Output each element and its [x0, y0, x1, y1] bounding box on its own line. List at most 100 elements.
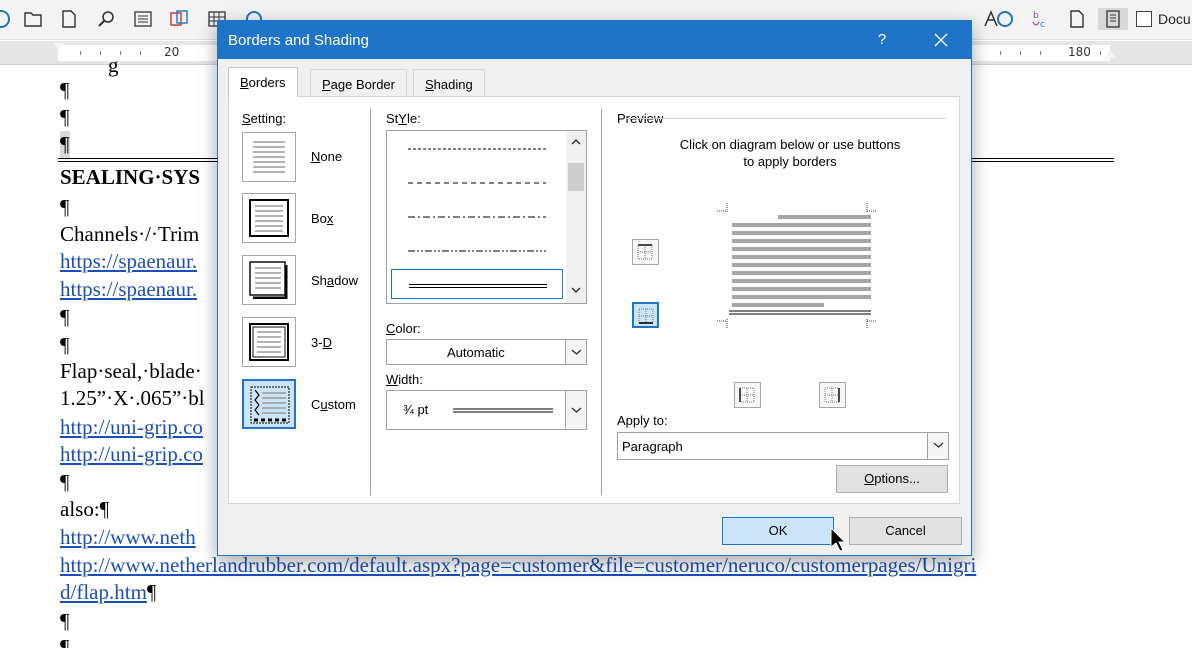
- apply-to-dropdown-arrow[interactable]: [927, 433, 948, 459]
- setting-3d-icon: [249, 323, 289, 361]
- chevron-down-icon: [933, 442, 944, 448]
- document-option[interactable]: Docu: [1136, 8, 1191, 30]
- ok-button[interactable]: OK: [722, 517, 834, 545]
- pilcrow: ¶: [60, 105, 70, 129]
- ruler-number: 180: [1068, 45, 1091, 59]
- style-option-dash-dot-dot[interactable]: [391, 235, 563, 265]
- chevron-down-icon: [571, 407, 582, 413]
- print-layout-icon[interactable]: [1098, 8, 1128, 30]
- text-line: g: [108, 53, 119, 77]
- pilcrow: ¶: [60, 609, 70, 633]
- pilcrow: ¶: [146, 580, 157, 604]
- hyperlink-continued-line[interactable]: d/flap.htm¶: [60, 579, 156, 606]
- tab-label-rest: orders: [248, 75, 286, 90]
- hyperlink[interactable]: http://www.netherlandrubber.com/default.…: [60, 552, 976, 579]
- width-dropdown[interactable]: ¾ pt: [386, 390, 587, 430]
- tab-shading[interactable]: Shading: [413, 69, 485, 96]
- options-button[interactable]: Options...: [836, 465, 948, 493]
- ruler-number: 20: [164, 45, 180, 59]
- setting-3d-label: 3-D: [311, 335, 332, 350]
- color-value: Automatic: [447, 345, 505, 360]
- dialog-title: Borders and Shading: [228, 32, 369, 49]
- preview-title-rule: [626, 118, 946, 119]
- apply-to-label: Apply to:: [617, 413, 668, 428]
- search-icon[interactable]: [96, 8, 118, 30]
- text-line: also:¶: [60, 497, 110, 521]
- width-line-sample: [453, 408, 553, 413]
- style-option-dash-dot[interactable]: [391, 201, 563, 231]
- chevron-down-icon[interactable]: [570, 285, 582, 295]
- setting-3d-button[interactable]: [242, 317, 296, 367]
- style-option-fine-dash[interactable]: [391, 133, 563, 163]
- setting-box-label: Box: [311, 211, 334, 226]
- style-listbox[interactable]: [386, 130, 587, 304]
- tab-borders[interactable]: Borders: [228, 67, 298, 97]
- tab-label-key: B: [240, 75, 249, 90]
- width-dropdown-arrow[interactable]: [565, 391, 586, 429]
- hyperlink[interactable]: http://uni-grip.co: [60, 414, 203, 441]
- close-button[interactable]: [923, 25, 959, 55]
- hyperlink[interactable]: https://spaenaur.: [60, 248, 197, 275]
- top-border-button[interactable]: [632, 239, 659, 265]
- document-checkbox[interactable]: [1136, 11, 1152, 27]
- pilcrow: ¶: [60, 195, 70, 219]
- styles-icon[interactable]: [168, 8, 190, 30]
- svg-text:b: b: [1033, 11, 1039, 21]
- chevron-up-icon[interactable]: [570, 137, 582, 147]
- cancel-button[interactable]: Cancel: [849, 517, 962, 545]
- scrollbar-thumb[interactable]: [568, 163, 584, 191]
- apply-to-dropdown[interactable]: Paragraph: [617, 432, 949, 460]
- setting-custom-icon: [250, 386, 290, 424]
- setting-box-button[interactable]: [242, 193, 296, 243]
- border-preview-diagram[interactable]: [717, 203, 877, 329]
- setting-none-button[interactable]: [242, 132, 296, 182]
- setting-none-label: None: [311, 149, 343, 164]
- right-border-button[interactable]: [819, 382, 846, 408]
- document-option-label: Docu: [1158, 11, 1191, 27]
- tab-label-rest: hading: [433, 77, 473, 92]
- dialog-titlebar[interactable]: Borders and Shading ?: [218, 21, 971, 59]
- chevron-down-icon: [571, 349, 582, 355]
- folder-icon[interactable]: [22, 8, 44, 30]
- preview-hint-line1: Click on diagram below or use buttons: [679, 137, 901, 152]
- text-line: 1.25”·X·.065”·bl: [60, 386, 205, 410]
- apply-to-value: Paragraph: [622, 439, 683, 454]
- hyperlink[interactable]: http://www.neth: [60, 524, 196, 551]
- first-line-indent-marker[interactable]: [53, 43, 65, 50]
- close-icon: [934, 33, 948, 47]
- left-border-button[interactable]: [734, 382, 761, 408]
- spellcheck-icon[interactable]: bc: [1030, 8, 1052, 30]
- pilcrow: ¶: [60, 635, 70, 648]
- list-view-icon[interactable]: [132, 8, 154, 30]
- setting-box-icon: [249, 199, 289, 237]
- style-option-double-selected[interactable]: [391, 269, 563, 299]
- color-label: Color:: [386, 321, 421, 336]
- document-icon[interactable]: [58, 8, 80, 30]
- borders-and-shading-dialog: Borders and Shading ? Borders Page Borde…: [217, 20, 972, 556]
- setting-custom-button[interactable]: [242, 379, 296, 429]
- style-label: StYle:: [386, 111, 421, 126]
- help-button[interactable]: ?: [867, 27, 897, 53]
- bottom-border-button[interactable]: [632, 302, 659, 328]
- bottom-border-icon: [638, 308, 654, 324]
- hyperlink[interactable]: http://uni-grip.co: [60, 441, 203, 468]
- page-icon[interactable]: [1066, 8, 1088, 30]
- column-separator: [601, 109, 602, 495]
- setting-shadow-button[interactable]: [242, 255, 296, 305]
- top-border-icon: [637, 244, 653, 260]
- tab-label-key: S: [425, 77, 434, 92]
- setting-custom-label: Custom: [311, 397, 356, 412]
- style-scrollbar[interactable]: [566, 131, 586, 303]
- globe-icon[interactable]: [994, 8, 1016, 30]
- style-option-dash[interactable]: [391, 167, 563, 197]
- right-indent-marker[interactable]: [1104, 51, 1116, 58]
- svg-text:c: c: [1040, 20, 1045, 30]
- tab-page-border[interactable]: Page Border: [310, 69, 407, 96]
- column-separator: [370, 109, 371, 495]
- color-dropdown[interactable]: Automatic: [386, 339, 587, 365]
- borders-tab-panel: Setting: None Box Shadow 3-D Custom StYl…: [228, 96, 960, 504]
- color-dropdown-arrow[interactable]: [565, 340, 586, 364]
- hyperlink[interactable]: d/flap.htm: [60, 580, 147, 604]
- circle-icon[interactable]: [0, 8, 12, 30]
- hyperlink[interactable]: https://spaenaur.: [60, 276, 197, 303]
